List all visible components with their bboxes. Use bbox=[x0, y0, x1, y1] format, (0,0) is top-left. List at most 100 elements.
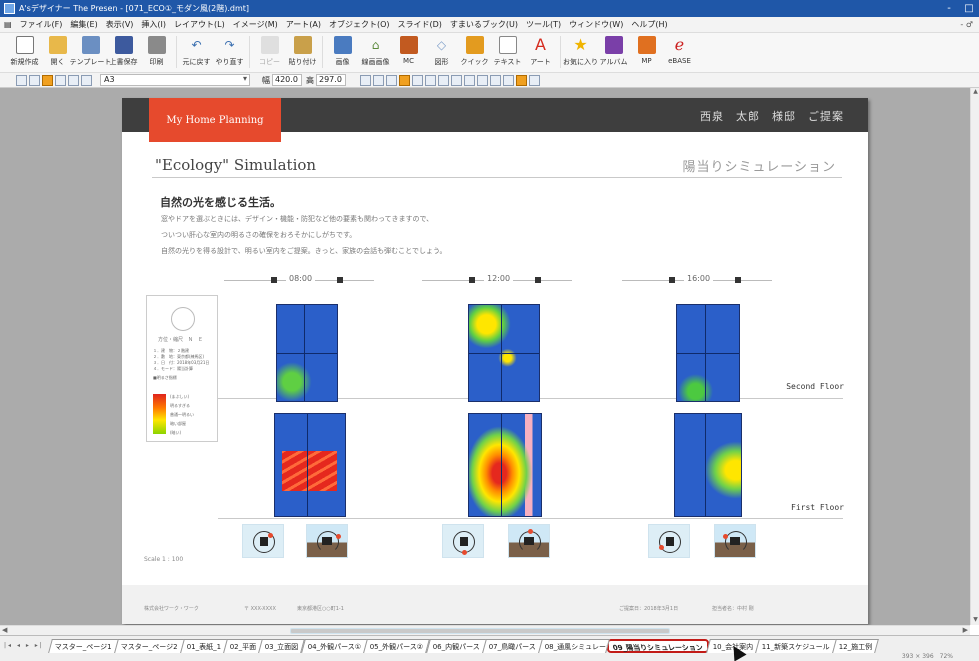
tab-master-1[interactable]: マスター_ページ1 bbox=[48, 639, 119, 653]
menu-window[interactable]: ウィンドウ(W) bbox=[565, 19, 627, 30]
sun-angle-elevation-1600[interactable] bbox=[714, 524, 756, 558]
group-icon[interactable] bbox=[451, 74, 462, 86]
tab-01[interactable]: 01_表紙_1 bbox=[179, 639, 228, 653]
align-center-icon[interactable] bbox=[373, 74, 384, 86]
plan-0800-upper[interactable] bbox=[276, 304, 338, 402]
menu-edit[interactable]: 編集(E) bbox=[66, 19, 101, 30]
paste-button[interactable]: 貼り付け bbox=[286, 33, 319, 71]
lock-icon[interactable] bbox=[516, 74, 527, 86]
mc-button[interactable]: MC bbox=[392, 33, 425, 71]
redo-button[interactable]: ↷ やり直す bbox=[213, 33, 246, 71]
title-english[interactable]: "Ecology" Simulation bbox=[155, 156, 316, 174]
menu-layout[interactable]: レイアウト(L) bbox=[170, 19, 229, 30]
distribute-icon[interactable] bbox=[438, 74, 449, 86]
template-button[interactable]: テンプレート bbox=[70, 33, 111, 71]
width-input[interactable]: 420.0 bbox=[272, 74, 302, 86]
ungroup-icon[interactable] bbox=[464, 74, 475, 86]
scroll-down-icon[interactable]: ▼ bbox=[971, 616, 979, 625]
tab-05[interactable]: 05_外観パース② bbox=[363, 639, 431, 653]
align-right-icon[interactable] bbox=[386, 74, 397, 86]
sun-angle-elevation-0800[interactable] bbox=[306, 524, 348, 558]
menu-image[interactable]: イメージ(M) bbox=[229, 19, 282, 30]
sun-angle-plan-1600[interactable] bbox=[648, 524, 690, 558]
menu-object[interactable]: オブジェクト(O) bbox=[325, 19, 394, 30]
zoom-in-icon[interactable] bbox=[55, 74, 66, 86]
vertical-scrollbar[interactable]: ▲ ▼ bbox=[970, 88, 979, 625]
body-text-line[interactable]: 自然の光りを得る設計で、明るい室内をご提案。きっと、家族の会話も弾むことでしょう… bbox=[161, 246, 447, 256]
tab-04[interactable]: 04_外観パース① bbox=[300, 639, 369, 653]
plan-0800-lower[interactable] bbox=[274, 413, 346, 517]
align-top-icon[interactable] bbox=[399, 74, 410, 86]
footer-postal[interactable]: 〒 XXX-XXXX bbox=[244, 605, 276, 612]
quick-button[interactable]: クイック bbox=[458, 33, 491, 71]
menu-insert[interactable]: 挿入(I) bbox=[137, 19, 170, 30]
scroll-right-icon[interactable]: ▶ bbox=[963, 626, 968, 634]
tab-navigation-arrows[interactable]: |◂ ◂ ▸ ▸| bbox=[4, 642, 44, 649]
menu-view[interactable]: 表示(V) bbox=[102, 19, 138, 30]
shape-button[interactable]: ◇ 図形 bbox=[425, 33, 458, 71]
sun-angle-plan-1200[interactable] bbox=[442, 524, 484, 558]
layer-icon[interactable] bbox=[503, 74, 514, 86]
art-button[interactable]: A アート bbox=[524, 33, 557, 71]
select-tool-icon[interactable] bbox=[16, 74, 27, 86]
tab-12[interactable]: 12_施工例 bbox=[832, 639, 880, 653]
tab-11[interactable]: 11_新築スケジュール bbox=[755, 639, 837, 653]
new-button[interactable]: 新規作成 bbox=[8, 33, 41, 71]
brand-label[interactable]: My Home Planning bbox=[149, 98, 281, 142]
undo-button[interactable]: ↶ 元に戻す bbox=[180, 33, 213, 71]
plan-1200-upper[interactable] bbox=[468, 304, 540, 402]
more-tools-icon[interactable] bbox=[529, 74, 540, 86]
album-button[interactable]: アルバム bbox=[597, 33, 630, 71]
footer-staff[interactable]: 担当者名：中村 剛 bbox=[712, 605, 754, 612]
mdi-controls[interactable]: - ♂ bbox=[960, 20, 979, 29]
scale-note[interactable]: Scale 1 : 100 bbox=[144, 556, 183, 563]
canvas-workspace[interactable]: My Home Planning 西泉 太郎 様邸 ご提案 "Ecology" … bbox=[0, 88, 970, 625]
menu-help[interactable]: ヘルプ(H) bbox=[627, 19, 671, 30]
menu-art[interactable]: アート(A) bbox=[282, 19, 325, 30]
text-button[interactable]: テキスト bbox=[491, 33, 524, 71]
menu-smilebook[interactable]: すまいるブック(U) bbox=[446, 19, 522, 30]
menu-slide[interactable]: スライド(D) bbox=[394, 19, 446, 30]
menu-tools[interactable]: ツール(T) bbox=[522, 19, 565, 30]
bring-front-icon[interactable] bbox=[477, 74, 488, 86]
headline[interactable]: 自然の光を感じる生活。 bbox=[160, 194, 281, 210]
horizontal-scrollbar[interactable]: ◀ ▶ bbox=[0, 625, 970, 635]
scroll-left-icon[interactable]: ◀ bbox=[2, 626, 7, 634]
body-text-line[interactable]: ついつい肝心な室内の明るさの確保をおろそかにしがちです。 bbox=[161, 230, 356, 240]
menu-file[interactable]: ファイル(F) bbox=[16, 19, 67, 30]
plan-1200-lower[interactable] bbox=[468, 413, 542, 517]
zoom-fit-icon[interactable] bbox=[81, 74, 92, 86]
zoom-tool-icon[interactable] bbox=[29, 74, 40, 86]
align-bottom-icon[interactable] bbox=[425, 74, 436, 86]
legend-panel[interactable]: 方位・縮尺 Ｎ Ｅ １．建 物：２階建 ２．敷 地：東京都(練馬区) ３．日 付… bbox=[146, 295, 218, 442]
tab-02[interactable]: 02_平面 bbox=[223, 639, 264, 653]
title-japanese[interactable]: 陽当りシミュレーション bbox=[683, 156, 836, 175]
doc-menu-icon[interactable]: ▤ bbox=[0, 20, 16, 29]
zoom-out-icon[interactable] bbox=[68, 74, 79, 86]
sun-angle-plan-0800[interactable] bbox=[242, 524, 284, 558]
image-button[interactable]: 画像 bbox=[326, 33, 359, 71]
send-back-icon[interactable] bbox=[490, 74, 501, 86]
print-button[interactable]: 印刷 bbox=[140, 33, 173, 71]
footer-company[interactable]: 株式会社ワーク・ワーク bbox=[144, 605, 199, 612]
tab-08[interactable]: 08_通風シミュレーション bbox=[537, 639, 610, 653]
tab-07[interactable]: 07_鳥瞰パース bbox=[481, 639, 543, 653]
hand-tool-icon[interactable] bbox=[42, 74, 53, 86]
slide-page[interactable]: My Home Planning 西泉 太郎 様邸 ご提案 "Ecology" … bbox=[122, 98, 868, 624]
scroll-up-icon[interactable]: ▲ bbox=[971, 88, 979, 97]
second-floor-label[interactable]: Second Floor bbox=[786, 382, 844, 391]
minimize-button[interactable]: - bbox=[939, 3, 959, 14]
first-floor-label[interactable]: First Floor bbox=[791, 503, 844, 512]
height-input[interactable]: 297.0 bbox=[316, 74, 346, 86]
save-button[interactable]: 上書保存 bbox=[107, 33, 140, 71]
tab-master-2[interactable]: マスター_ページ2 bbox=[113, 639, 185, 653]
tab-03[interactable]: 03_立面図 bbox=[258, 639, 306, 653]
footer-date[interactable]: ご提案日：2018年3月1日 bbox=[619, 605, 678, 612]
ebase-button[interactable]: ℯ eBASE bbox=[663, 33, 696, 71]
sun-angle-elevation-1200[interactable] bbox=[508, 524, 550, 558]
tab-06[interactable]: 06_内観パース bbox=[425, 639, 487, 653]
copy-button[interactable]: コピー bbox=[253, 33, 286, 71]
align-middle-icon[interactable] bbox=[412, 74, 423, 86]
align-left-icon[interactable] bbox=[360, 74, 371, 86]
maximize-button[interactable]: □ bbox=[959, 3, 979, 14]
